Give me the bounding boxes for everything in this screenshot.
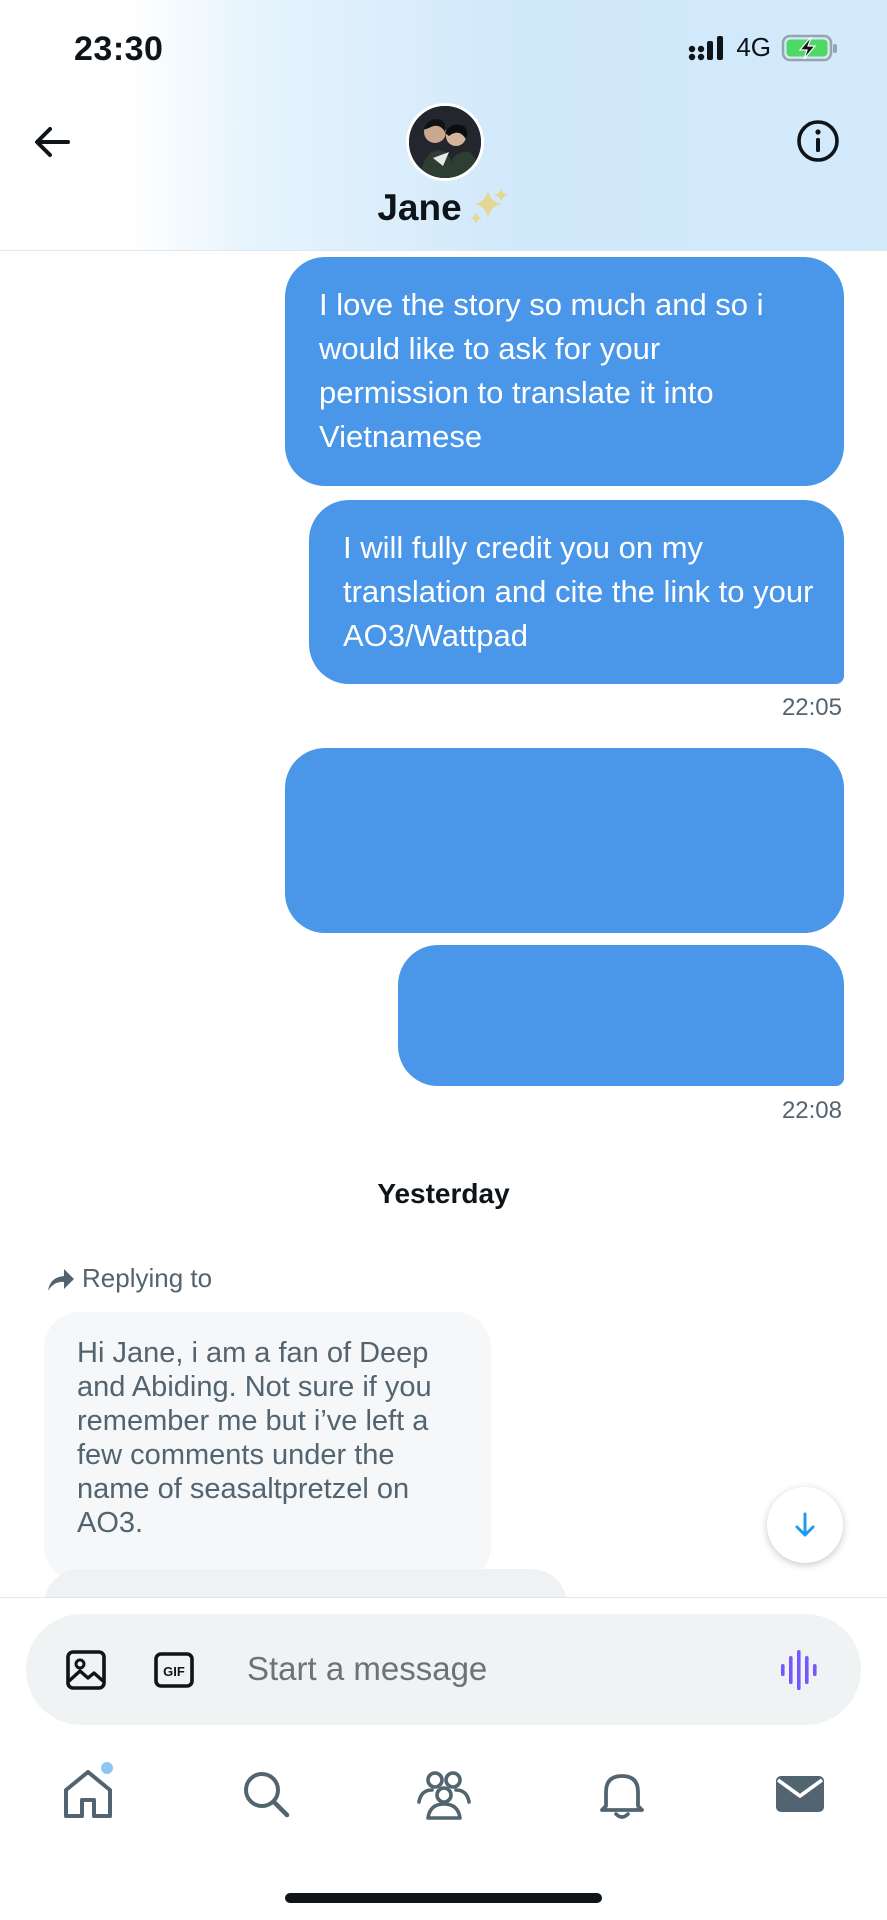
outgoing-message[interactable]: I love the story so much and so i would … — [285, 257, 844, 486]
outgoing-message-redacted[interactable] — [398, 945, 844, 1086]
contact-name: Jane — [377, 187, 462, 228]
message-timestamp: 22:05 — [781, 694, 842, 721]
image-icon[interactable] — [64, 1648, 108, 1692]
bottom-navigation — [0, 1742, 887, 1852]
voice-icon[interactable] — [778, 1648, 822, 1692]
info-icon[interactable] — [794, 117, 842, 165]
message-composer[interactable]: GIF Start a message — [26, 1614, 861, 1725]
status-time: 23:30 — [74, 30, 164, 68]
communities-icon[interactable] — [416, 1766, 472, 1822]
reply-label-text: Replying to — [82, 1263, 213, 1293]
conversation-header: 23:30 4G Jane — [0, 0, 887, 251]
incoming-message[interactable] — [44, 1569, 567, 1597]
notifications-icon[interactable] — [594, 1766, 650, 1822]
reply-indicator: Replying to — [44, 1263, 212, 1294]
quoted-message[interactable]: Hi Jane, i am a fan of Deep and Abiding.… — [44, 1312, 491, 1582]
gif-icon[interactable]: GIF — [152, 1648, 196, 1692]
outgoing-message-redacted[interactable] — [285, 748, 844, 933]
outgoing-message[interactable]: I will fully credit you on my translatio… — [309, 500, 844, 684]
message-input[interactable]: Start a message — [247, 1650, 487, 1688]
scroll-down-icon — [795, 1512, 815, 1537]
status-icons: 4G — [688, 32, 839, 63]
day-divider: Yesterday — [377, 1178, 510, 1209]
scroll-to-bottom-button[interactable] — [767, 1487, 843, 1563]
home-notification-dot — [101, 1762, 113, 1774]
battery-charging-icon — [781, 34, 837, 61]
reply-arrow-icon — [48, 1268, 74, 1291]
sparkles-icon — [469, 188, 508, 224]
back-arrow-icon[interactable] — [28, 118, 76, 166]
contact-title[interactable]: Jane — [0, 186, 887, 229]
home-icon[interactable] — [60, 1766, 116, 1822]
message-thread[interactable]: I love the story so much and so i would … — [0, 251, 887, 1597]
home-indicator — [285, 1893, 602, 1903]
network-type: 4G — [736, 32, 771, 62]
search-icon[interactable] — [238, 1766, 294, 1822]
signal-icon — [689, 35, 724, 60]
svg-text:GIF: GIF — [163, 1664, 185, 1679]
message-timestamp: 22:08 — [781, 1097, 842, 1124]
contact-avatar[interactable] — [406, 103, 484, 181]
composer-divider — [0, 1597, 887, 1598]
messages-icon[interactable] — [772, 1766, 828, 1822]
avatar-image — [409, 106, 481, 178]
